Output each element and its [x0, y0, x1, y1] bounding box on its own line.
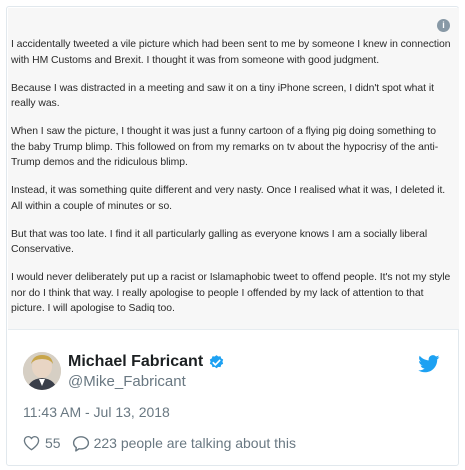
profile-photo: [23, 352, 61, 390]
tweet-attached-image[interactable]: i I accidentally tweeted a vile picture …: [8, 8, 459, 330]
speech-bubble-icon[interactable]: [72, 435, 90, 452]
info-icon[interactable]: i: [437, 19, 450, 32]
embedded-tweet-card[interactable]: i I accidentally tweeted a vile picture …: [6, 6, 459, 466]
author-name[interactable]: Michael Fabricant: [68, 353, 203, 371]
statement-paragraph: I accidentally tweeted a vile picture wh…: [11, 39, 451, 66]
like-count[interactable]: 55: [45, 435, 61, 451]
twitter-bird-icon[interactable]: [418, 355, 440, 373]
conversation-link[interactable]: 223 people are talking about this: [94, 435, 296, 451]
statement-paragraph: When I saw the picture, I thought it was…: [11, 126, 439, 169]
tweet-timestamp[interactable]: 11:43 AM - Jul 13, 2018: [23, 404, 170, 420]
statement-paragraph: Because I was distracted in a meeting an…: [11, 82, 434, 110]
statement-paragraph: Instead, it was something quite differen…: [11, 185, 446, 212]
verified-badge-icon: [209, 355, 224, 369]
author-handle[interactable]: @Mike_Fabricant: [68, 373, 186, 390]
statement-paragraph: But that was too late. I find it all par…: [11, 228, 428, 256]
statement-paragraph: I would never deliberately put up a raci…: [11, 272, 451, 315]
tweet-action-bar: 55 223 people are talking about this: [23, 433, 296, 453]
statement-text: I accidentally tweeted a vile picture wh…: [11, 37, 453, 330]
heart-icon[interactable]: [23, 435, 40, 451]
avatar[interactable]: [23, 352, 61, 390]
